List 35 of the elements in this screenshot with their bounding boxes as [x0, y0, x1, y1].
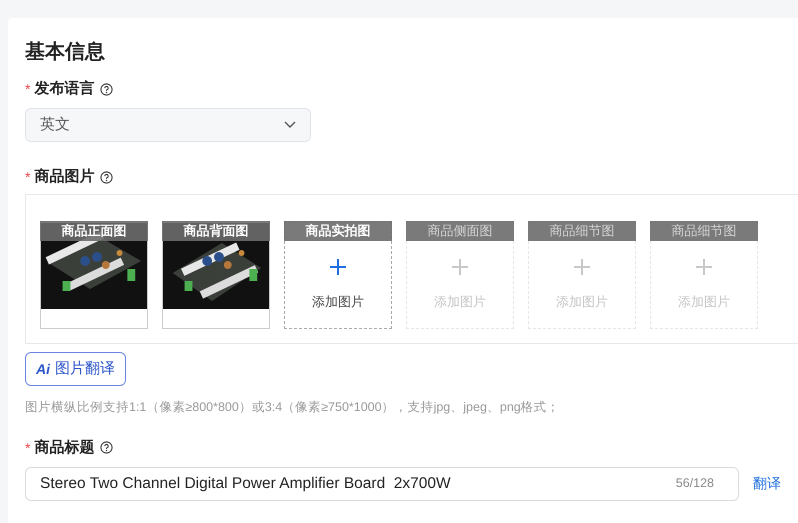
- help-icon[interactable]: [100, 82, 114, 96]
- required-mark: *: [25, 440, 30, 455]
- required-mark: *: [25, 82, 30, 96]
- help-icon[interactable]: [100, 170, 114, 184]
- chevron-down-icon: [284, 121, 296, 129]
- add-image-label: 添加图片: [312, 293, 364, 311]
- slot-caption: 商品细节图: [650, 221, 758, 241]
- slot-caption: 商品实拍图: [284, 221, 392, 241]
- plus-icon: [573, 258, 591, 276]
- title-input[interactable]: Stereo Two Channel Digital Power Amplifier Board 2x700W 56/128: [25, 466, 739, 501]
- add-image-label: 添加图片: [678, 293, 730, 311]
- field-label: 发布语言: [34, 78, 94, 99]
- image-slot[interactable]: 商品背面图: [162, 221, 270, 329]
- image-hint: 图片横纵比例支持1:1（像素≥800*800）或3:4（像素≥750*1000），支持jpg、jpeg、png格式；: [25, 399, 561, 416]
- image-translate-button[interactable]: Ai 图片翻译: [25, 352, 126, 386]
- slot-caption: 商品细节图: [528, 221, 636, 241]
- image-slot[interactable]: 商品正面图: [40, 221, 148, 329]
- slot-caption: 商品侧面图: [406, 221, 514, 241]
- required-mark: *: [25, 170, 30, 184]
- language-select[interactable]: 英文: [25, 108, 311, 142]
- section-title: 基本信息: [25, 40, 106, 64]
- add-image-label: 添加图片: [434, 293, 486, 311]
- add-image-label: 添加图片: [556, 293, 608, 311]
- translate-link[interactable]: 翻译: [753, 473, 781, 494]
- slot-caption: 商品正面图: [40, 221, 148, 241]
- ai-icon: Ai: [36, 358, 50, 380]
- field-label: 商品标题: [34, 438, 94, 458]
- slot-caption: 商品背面图: [162, 221, 270, 241]
- plus-icon: [329, 258, 347, 276]
- image-slot[interactable]: 商品实拍图 添加图片: [284, 221, 392, 329]
- plus-icon: [451, 258, 469, 276]
- field-label: 商品图片: [34, 166, 94, 187]
- plus-icon: [695, 258, 713, 276]
- char-count: 56/128: [676, 475, 714, 492]
- help-icon[interactable]: [100, 441, 114, 454]
